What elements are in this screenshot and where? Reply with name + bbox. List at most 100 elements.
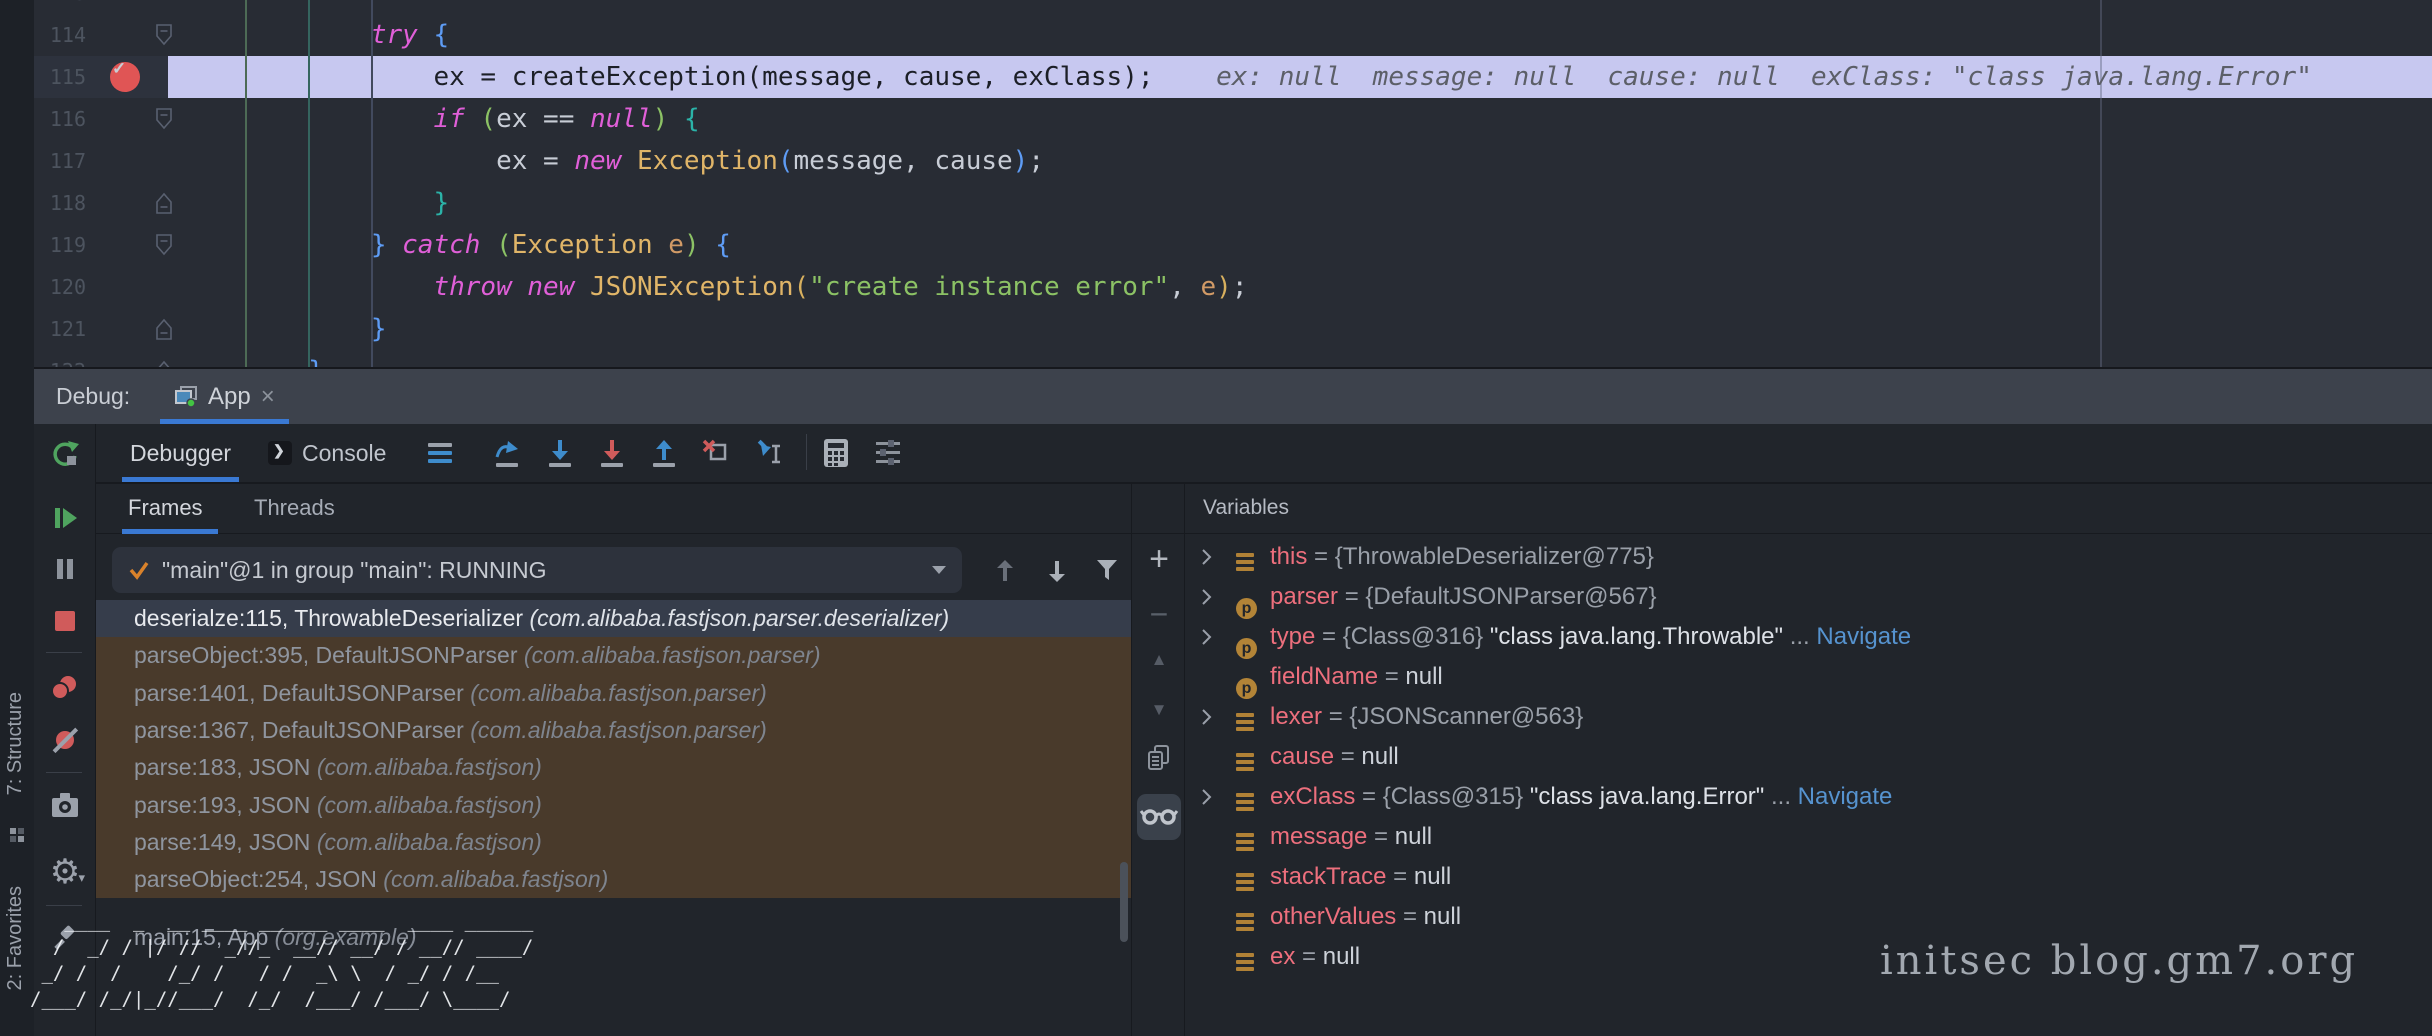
gear-settings-icon[interactable]: ⚙▾ (49, 856, 81, 888)
variable-text: otherValues = null (1270, 897, 1461, 937)
fold-marker-icon[interactable] (155, 318, 173, 340)
toolwindow-button-favorites[interactable]: 2: Favorites (4, 886, 27, 990)
code-line-121[interactable]: 121 } (34, 308, 2432, 350)
pause-icon[interactable] (49, 553, 81, 585)
code-line-122[interactable]: 122 } (34, 350, 2432, 367)
add-watch-icon[interactable]: + (1132, 540, 1186, 579)
stack-frame-row[interactable]: parse:1367, DefaultJSONParser (com.aliba… (134, 712, 767, 749)
line-number[interactable]: 120 (34, 266, 86, 308)
debug-session-tab-app[interactable]: App × (160, 369, 289, 424)
actions-separator (46, 905, 82, 906)
stack-frame-row[interactable]: deserialze:115, ThrowableDeserializer (c… (134, 600, 949, 637)
code-line-118[interactable]: 118 } (34, 182, 2432, 224)
code-line-120[interactable]: 120 throw new JSONException("create inst… (34, 266, 2432, 308)
fold-marker-icon[interactable] (155, 24, 173, 46)
tab-frames[interactable]: Frames (128, 484, 203, 532)
thread-selector-combo[interactable]: "main"@1 in group "main": RUNNING (112, 547, 962, 593)
code-text: if (ex == null) { (183, 98, 700, 140)
expand-chevron-icon[interactable] (1200, 627, 1213, 647)
field-icon (1236, 946, 1254, 986)
fold-marker-icon[interactable] (155, 234, 173, 256)
step-over-icon[interactable] (491, 437, 523, 469)
fold-marker-icon[interactable] (155, 108, 173, 130)
tab-console[interactable]: ❯ Console (268, 424, 386, 482)
tab-threads[interactable]: Threads (254, 484, 335, 532)
stop-icon[interactable] (49, 605, 81, 637)
toolwindow-button-structure[interactable]: 7: Structure (4, 692, 27, 795)
actions-separator (46, 772, 82, 773)
stack-frame-row[interactable]: parseObject:254, JSON (com.alibaba.fastj… (134, 861, 608, 898)
close-tab-icon[interactable]: × (261, 383, 275, 411)
expand-chevron-icon[interactable] (1200, 707, 1213, 727)
variable-row-this[interactable]: this = {ThrowableDeserializer@775} (1186, 537, 2432, 577)
variable-row-parser[interactable]: pparser = {DefaultJSONParser@567} (1186, 577, 2432, 617)
code-line-114[interactable]: 114 try { (34, 14, 2432, 56)
line-number[interactable]: 122 (34, 350, 86, 367)
run-to-cursor-icon[interactable] (752, 437, 784, 469)
view-breakpoints-icon[interactable] (49, 672, 81, 704)
frame-package: (com.alibaba.fastjson.parser) (524, 642, 821, 668)
mute-breakpoints-icon[interactable] (49, 724, 81, 756)
line-number[interactable]: 113 (34, 0, 86, 14)
copy-stack-icon[interactable] (1132, 744, 1186, 774)
line-number[interactable]: 119 (34, 224, 86, 266)
layout-options-icon[interactable] (424, 437, 456, 469)
line-number[interactable]: 114 (34, 14, 86, 56)
rerun-icon[interactable] (49, 438, 81, 470)
frames-scrollbar[interactable] (1120, 862, 1128, 942)
expand-chevron-icon[interactable] (1200, 587, 1213, 607)
stack-frame-row[interactable]: parse:1401, DefaultJSONParser (com.aliba… (134, 675, 767, 712)
step-out-icon[interactable] (648, 437, 680, 469)
breakpoint-icon[interactable] (110, 62, 140, 92)
settings-sliders-icon[interactable] (872, 437, 904, 469)
variable-text: exClass = {Class@315} "class java.lang.E… (1270, 777, 1892, 817)
code-line-119[interactable]: 119 } catch (Exception e) { (34, 224, 2432, 266)
variable-text: cause = null (1270, 737, 1399, 777)
line-number[interactable]: 117 (34, 140, 86, 182)
stack-frame-row[interactable]: parse:149, JSON (com.alibaba.fastjson) (134, 824, 542, 861)
drop-frame-icon[interactable] (700, 437, 732, 469)
variable-row-stackTrace[interactable]: stackTrace = null (1186, 857, 2432, 897)
code-line-117[interactable]: 117 ex = new Exception(message, cause); (34, 140, 2432, 182)
variable-row-type[interactable]: ptype = {Class@316} "class java.lang.Thr… (1186, 617, 2432, 657)
filter-funnel-icon[interactable] (1095, 558, 1123, 584)
stack-frame-row[interactable]: parseObject:395, DefaultJSONParser (com.… (134, 637, 820, 674)
navigate-link[interactable]: Navigate (1798, 783, 1893, 810)
variable-row-message[interactable]: message = null (1186, 817, 2432, 857)
variable-text: ex = null (1270, 937, 1360, 977)
variable-row-exClass[interactable]: exClass = {Class@315} "class java.lang.E… (1186, 777, 2432, 817)
stack-frame-row[interactable]: parse:183, JSON (com.alibaba.fastjson) (134, 749, 542, 786)
fold-marker-icon[interactable] (155, 192, 173, 214)
line-number[interactable]: 116 (34, 98, 86, 140)
down-stack-icon[interactable] (1043, 558, 1071, 584)
variable-row-fieldName[interactable]: pfieldName = null (1186, 657, 2432, 697)
line-number[interactable]: 118 (34, 182, 86, 224)
navigate-link[interactable]: Navigate (1816, 623, 1911, 650)
code-line-115[interactable]: 115 ex = createException(message, cause,… (34, 56, 2432, 98)
frame-package: (com.alibaba.fastjson) (317, 792, 542, 818)
code-line-116[interactable]: 116 if (ex == null) { (34, 98, 2432, 140)
line-number[interactable]: 115 (34, 56, 86, 98)
stack-frame-row[interactable]: parse:193, JSON (com.alibaba.fastjson) (134, 787, 542, 824)
move-up-icon[interactable]: ▲ (1132, 650, 1186, 670)
variable-row-lexer[interactable]: lexer = {JSONScanner@563} (1186, 697, 2432, 737)
expand-chevron-icon[interactable] (1200, 547, 1213, 567)
show-watches-toggle[interactable] (1137, 794, 1181, 840)
code-editor[interactable]: 113114 try {115 ex = createException(mes… (34, 0, 2432, 367)
step-into-icon[interactable] (544, 437, 576, 469)
fold-marker-icon[interactable] (155, 360, 173, 367)
code-text: try { (183, 14, 449, 56)
remove-watch-icon[interactable]: − (1132, 596, 1186, 633)
code-line-113[interactable]: 113 (34, 0, 2432, 14)
line-number[interactable]: 121 (34, 308, 86, 350)
variable-row-otherValues[interactable]: otherValues = null (1186, 897, 2432, 937)
up-stack-icon[interactable] (991, 558, 1019, 584)
move-down-icon[interactable]: ▼ (1132, 700, 1186, 720)
variable-row-cause[interactable]: cause = null (1186, 737, 2432, 777)
evaluate-expression-icon[interactable] (820, 437, 852, 469)
tab-debugger[interactable]: Debugger (130, 424, 231, 482)
camera-thread-dump-icon[interactable] (49, 790, 81, 822)
force-step-into-icon[interactable] (596, 437, 628, 469)
resume-icon[interactable] (49, 502, 81, 534)
expand-chevron-icon[interactable] (1200, 787, 1213, 807)
